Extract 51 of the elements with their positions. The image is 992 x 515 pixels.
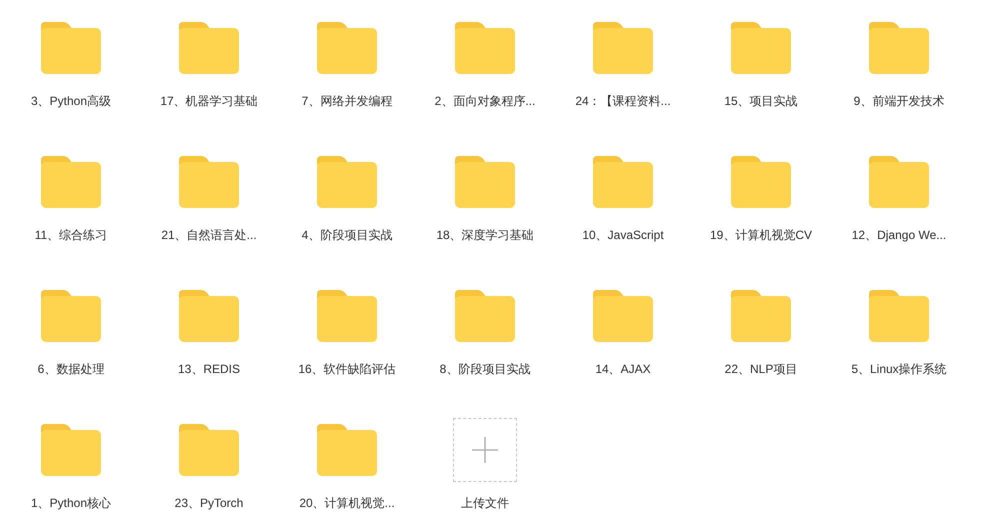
folder-name[interactable]: 13、REDIS — [178, 361, 240, 377]
folder-name[interactable]: 4、阶段项目实战 — [302, 227, 392, 243]
folder-name[interactable]: 12、Django We... — [852, 227, 946, 243]
folder-icon — [41, 22, 101, 74]
folder-icon — [317, 290, 377, 342]
folder-name[interactable]: 16、软件缺陷评估 — [298, 361, 396, 377]
folder-name[interactable]: 17、机器学习基础 — [160, 93, 258, 109]
folder-icon — [731, 290, 791, 342]
folder-icon — [179, 22, 239, 74]
upload-label[interactable]: 上传文件 — [461, 495, 509, 511]
folder-icon — [731, 156, 791, 208]
folder-icon — [869, 22, 929, 74]
folder-icon — [731, 22, 791, 74]
folder-name[interactable]: 6、数据处理 — [38, 361, 104, 377]
folder-icon — [41, 156, 101, 208]
folder-icon — [455, 22, 515, 74]
folder-icon — [593, 290, 653, 342]
folder-name[interactable]: 2、面向对象程序... — [434, 93, 536, 109]
folder-icon — [869, 156, 929, 208]
folder-name[interactable]: 8、阶段项目实战 — [440, 361, 530, 377]
folder-icon — [317, 156, 377, 208]
folder-name[interactable]: 20、计算机视觉... — [299, 495, 395, 511]
upload-button[interactable] — [453, 418, 517, 482]
folder-icon — [593, 156, 653, 208]
folder-name[interactable]: 19、计算机视觉CV — [710, 227, 812, 243]
folder-name[interactable]: 9、前端开发技术 — [854, 93, 944, 109]
folder-name[interactable]: 18、深度学习基础 — [436, 227, 534, 243]
folder-name[interactable]: 24：【课程资料... — [575, 93, 671, 109]
folder-icon — [317, 22, 377, 74]
folder-icon — [317, 424, 377, 476]
folder-icon — [41, 424, 101, 476]
folder-name[interactable]: 1、Python核心 — [30, 495, 112, 511]
folder-name[interactable]: 14、AJAX — [595, 361, 651, 377]
folder-name[interactable]: 3、Python高级 — [30, 93, 112, 109]
folder-icon — [41, 290, 101, 342]
folder-name[interactable]: 7、网络并发编程 — [302, 93, 392, 109]
folder-icon — [179, 156, 239, 208]
folder-name[interactable]: 15、项目实战 — [724, 93, 798, 109]
folder-icon — [179, 290, 239, 342]
plus-icon — [471, 436, 499, 464]
folder-name[interactable]: 22、NLP项目 — [724, 361, 798, 377]
folder-name[interactable]: 10、JavaScript — [582, 227, 664, 243]
folder-name[interactable]: 11、综合练习 — [34, 227, 108, 243]
folder-name[interactable]: 5、Linux操作系统 — [851, 361, 947, 377]
folder-icon — [869, 290, 929, 342]
folder-icon — [593, 22, 653, 74]
folder-icon — [455, 290, 515, 342]
folder-name[interactable]: 23、PyTorch — [174, 495, 244, 511]
folder-icon — [455, 156, 515, 208]
folder-icon — [179, 424, 239, 476]
folder-name[interactable]: 21、自然语言处... — [161, 227, 257, 243]
